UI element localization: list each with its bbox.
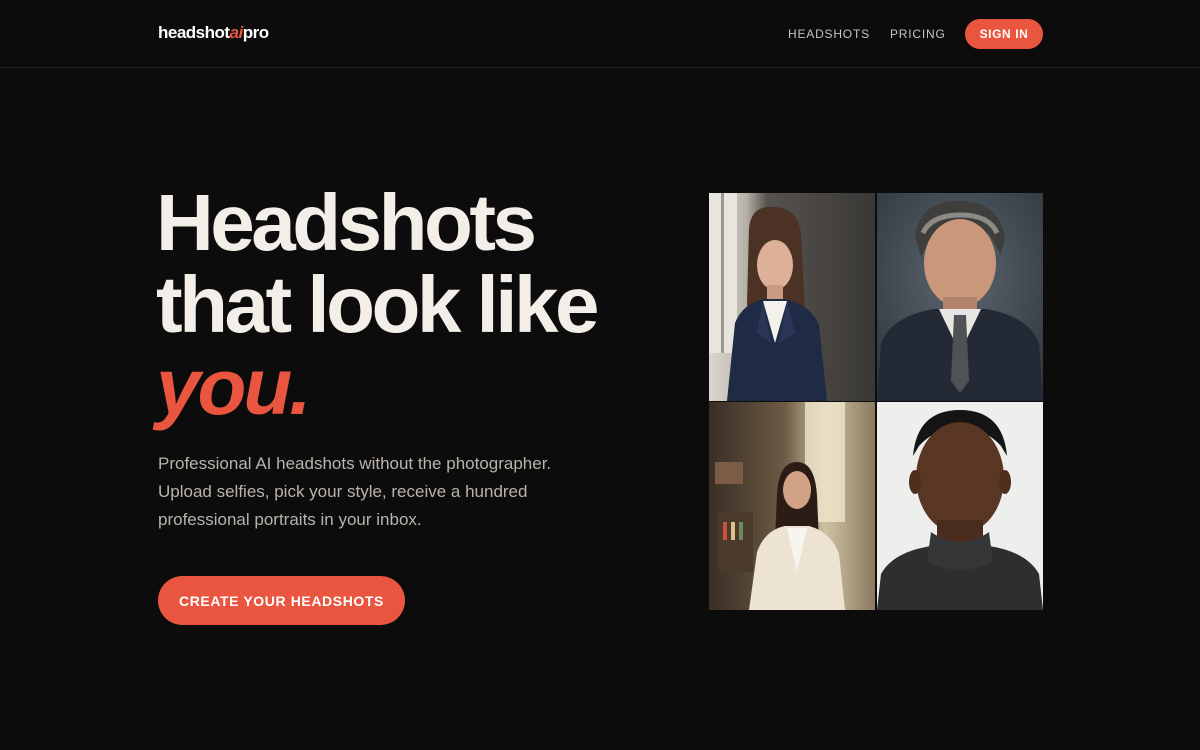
- headshot-photo-man-suit: [877, 193, 1043, 401]
- subtitle-line-2: Upload selfies, pick your style, receive…: [158, 482, 528, 501]
- hero-subtitle: Professional AI headshots without the ph…: [158, 450, 598, 534]
- headline-accent-word: you.: [156, 342, 311, 431]
- headshot-examples-grid: [709, 193, 1043, 610]
- headline-line-2: that look like: [156, 260, 599, 349]
- logo-text-pro: pro: [242, 23, 269, 42]
- headshot-photo-woman-blazer: [709, 193, 875, 401]
- logo-text-ai: ai: [229, 23, 244, 42]
- top-navigation-bar: headshotaipro HEADSHOTS PRICING SIGN IN: [0, 0, 1200, 68]
- nav-link-headshots[interactable]: HEADSHOTS: [788, 27, 870, 41]
- nav-link-pricing[interactable]: PRICING: [890, 27, 946, 41]
- hero-headline: Headshots that look like you.: [156, 182, 676, 428]
- headshotaipro-logo[interactable]: headshotaipro: [158, 23, 269, 43]
- headshot-photo-woman-studio: [709, 402, 875, 610]
- headshot-photo-man-turtleneck: [877, 402, 1043, 610]
- sign-in-button[interactable]: SIGN IN: [965, 19, 1043, 49]
- subtitle-line-3: professional portraits in your inbox.: [158, 510, 422, 529]
- logo-text-headshot: headshot: [158, 23, 230, 42]
- create-headshots-button[interactable]: CREATE YOUR HEADSHOTS: [158, 576, 405, 625]
- headline-line-1: Headshots: [156, 178, 537, 267]
- subtitle-line-1: Professional AI headshots without the ph…: [158, 454, 552, 473]
